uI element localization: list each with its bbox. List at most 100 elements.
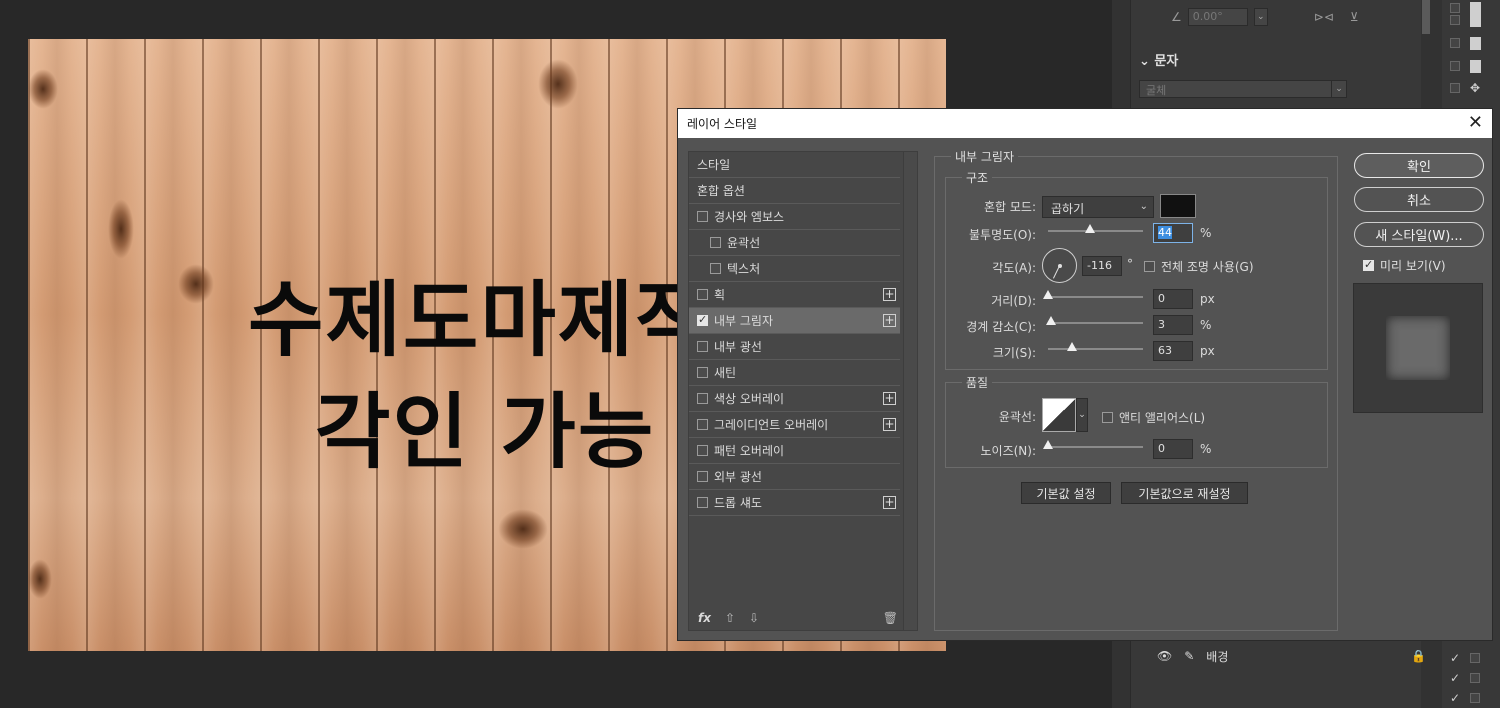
style-list-item[interactable]: 외부 광선 [689, 464, 900, 490]
checkbox[interactable] [1470, 673, 1481, 683]
checkbox[interactable] [697, 393, 708, 404]
check-icon[interactable]: ✓ [1450, 651, 1460, 665]
checkbox[interactable] [697, 445, 708, 456]
lock-icon: 🔒 [1411, 649, 1426, 663]
styles-list-scrollbar[interactable] [903, 152, 917, 630]
opacity-slider-thumb[interactable] [1084, 224, 1095, 233]
new-style-button[interactable]: 새 스타일(W)... [1354, 222, 1484, 247]
noise-slider-thumb[interactable] [1043, 440, 1053, 449]
angle-dial[interactable] [1042, 248, 1077, 283]
style-list-item[interactable]: 획 + [689, 282, 900, 308]
style-list-item[interactable]: 새틴 [689, 360, 900, 386]
checkbox[interactable] [710, 237, 721, 248]
noise-slider[interactable] [1043, 440, 1143, 449]
noise-input[interactable]: 0 [1153, 439, 1193, 459]
checkbox[interactable] [697, 419, 708, 430]
checkbox[interactable] [1144, 261, 1155, 272]
style-list-item[interactable]: 윤곽선 [689, 230, 900, 256]
checkbox[interactable] [1363, 258, 1374, 271]
cancel-button[interactable]: 취소 [1354, 187, 1484, 212]
angle-unit: ° [1127, 257, 1133, 271]
opacity-slider[interactable] [1048, 224, 1143, 233]
trash-icon[interactable]: 🗑 [883, 611, 898, 625]
style-list-item[interactable]: 그레이디언트 오버레이 + [689, 412, 900, 438]
checkbox[interactable] [1470, 653, 1481, 663]
inner-shadow-panel: 내부 그림자 구조 혼합 모드: 곱하기 ⌄ 불투명도(O): 44 % 각도(… [934, 148, 1338, 631]
add-effect-icon[interactable]: + [883, 314, 896, 327]
size-slider-thumb[interactable] [1066, 342, 1077, 351]
dialog-titlebar[interactable]: 레이어 스타일 ✕ [678, 109, 1492, 138]
contour-preview[interactable] [1042, 398, 1076, 432]
checkbox[interactable] [697, 367, 708, 378]
move-up-icon[interactable]: ⇧ [725, 611, 735, 625]
add-effect-icon[interactable]: + [883, 418, 896, 431]
checkbox[interactable] [1450, 15, 1460, 25]
close-icon[interactable]: ✕ [1468, 114, 1483, 132]
checkbox[interactable] [697, 211, 708, 222]
style-list-item[interactable]: 내부 광선 [689, 334, 900, 360]
flip-horizontal-icon[interactable]: ⊳⊲ [1314, 10, 1334, 24]
choke-input[interactable]: 3 [1153, 315, 1193, 335]
size-input[interactable]: 63 [1153, 341, 1193, 361]
global-light-checkbox[interactable]: 전체 조명 사용(G) [1144, 258, 1254, 275]
angle-input[interactable]: -116 [1082, 256, 1122, 276]
distance-input[interactable]: 0 [1153, 289, 1193, 309]
check-icon[interactable]: ✓ [1450, 671, 1460, 685]
style-list-item[interactable]: 색상 오버레이 + [689, 386, 900, 412]
flip-vertical-icon[interactable]: ⊻ [1350, 10, 1359, 24]
checkbox[interactable] [697, 497, 708, 508]
choke-slider-thumb[interactable] [1045, 316, 1056, 325]
choke-slider[interactable] [1045, 316, 1143, 325]
distance-slider[interactable] [1043, 290, 1143, 299]
panel-scrollbar[interactable] [1422, 0, 1430, 34]
set-default-button[interactable]: 기본값 설정 [1021, 482, 1111, 504]
style-list-item[interactable]: 텍스처 [689, 256, 900, 282]
style-list-item[interactable]: 드롭 섀도 + [689, 490, 900, 516]
antialias-checkbox[interactable]: 앤티 앨리어스(L) [1102, 409, 1205, 426]
check-icon[interactable]: ✓ [1450, 691, 1460, 705]
checkbox[interactable] [1470, 693, 1481, 703]
fx-icon[interactable]: fx [698, 611, 711, 625]
document-icon[interactable] [1470, 36, 1481, 50]
checkbox[interactable] [1450, 61, 1460, 71]
distance-slider-thumb[interactable] [1043, 290, 1053, 299]
reset-default-button[interactable]: 기본값으로 재설정 [1121, 482, 1248, 504]
wood-knot [538, 59, 578, 109]
eye-icon[interactable]: 👁 [1157, 649, 1172, 663]
chevron-down-icon[interactable]: ⌄ [1253, 8, 1268, 26]
checkbox[interactable] [1450, 38, 1460, 48]
style-list-item[interactable]: 내부 그림자 + [689, 308, 900, 334]
add-effect-icon[interactable]: + [883, 392, 896, 405]
move-icon[interactable]: ✥ [1470, 81, 1480, 95]
checkbox[interactable] [697, 341, 708, 352]
add-effect-icon[interactable]: + [883, 288, 896, 301]
move-down-icon[interactable]: ⇩ [749, 611, 759, 625]
angle-input[interactable]: 0.00° [1187, 8, 1248, 26]
add-effect-icon[interactable]: + [883, 496, 896, 509]
style-list-item-label: 획 [714, 288, 726, 302]
section-header-character[interactable]: ⌄ 문자 [1139, 50, 1178, 69]
opacity-input[interactable]: 44 [1153, 223, 1193, 243]
contour-label: 윤곽선: [998, 410, 1036, 424]
checkbox[interactable] [710, 263, 721, 274]
document-icon[interactable] [1470, 59, 1481, 73]
font-family-select[interactable]: 굴체 [1139, 80, 1332, 98]
document-icon[interactable] [1470, 13, 1481, 27]
checkbox[interactable] [697, 313, 708, 326]
style-list-item[interactable]: 경사와 엠보스 [689, 204, 900, 230]
checkbox[interactable] [697, 289, 708, 300]
preview-checkbox[interactable]: 미리 보기(V) [1363, 257, 1446, 274]
chevron-down-icon[interactable]: ⌄ [1076, 398, 1088, 432]
checkbox[interactable] [1102, 412, 1113, 423]
ok-button[interactable]: 확인 [1354, 153, 1484, 178]
style-list-item[interactable]: 스타일 [689, 152, 900, 178]
checkbox[interactable] [1450, 83, 1460, 93]
style-list-item[interactable]: 패턴 오버레이 [689, 438, 900, 464]
checkbox[interactable] [697, 471, 708, 482]
blend-mode-select[interactable]: 곱하기 ⌄ [1042, 196, 1154, 218]
size-slider[interactable] [1048, 342, 1143, 351]
chevron-down-icon[interactable]: ⌄ [1331, 80, 1347, 98]
layer-row-background[interactable]: 👁 ✎ 배경 🔒 [1149, 645, 1440, 667]
style-list-item[interactable]: 혼합 옵션 [689, 178, 900, 204]
shadow-color-swatch[interactable] [1160, 194, 1196, 218]
